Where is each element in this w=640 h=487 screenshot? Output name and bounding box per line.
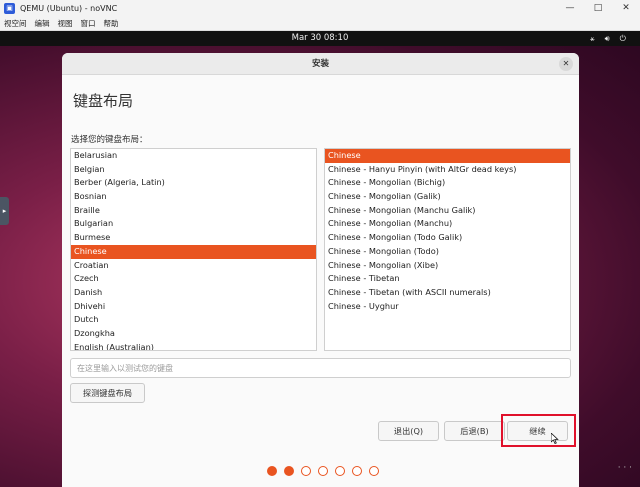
- menu-item[interactable]: 编辑: [35, 18, 50, 29]
- list-item[interactable]: Chinese - Tibetan: [325, 272, 570, 286]
- gnome-topbar: Mar 30 08:10 ⚹ 🔊︎ ⏻: [0, 31, 640, 46]
- power-icon: ⏻: [619, 33, 626, 43]
- list-item[interactable]: Chinese - Uyghur: [325, 300, 570, 314]
- list-item[interactable]: Belarusian: [71, 149, 316, 163]
- variant-list[interactable]: Chinese Chinese - Hanyu Pinyin (with AltG…: [324, 148, 571, 351]
- list-item[interactable]: Belgian: [71, 163, 316, 177]
- network-icon: ⚹: [589, 33, 595, 43]
- dialog-close-icon[interactable]: ✕: [559, 57, 573, 71]
- keyboard-test-input[interactable]: [70, 358, 571, 378]
- list-item[interactable]: Bosnian: [71, 190, 316, 204]
- list-item[interactable]: English (Australian): [71, 341, 316, 350]
- list-item[interactable]: Dhivehi: [71, 300, 316, 314]
- progress-dot: [301, 466, 311, 476]
- progress-dot: [318, 466, 328, 476]
- menu-item[interactable]: 视图: [58, 18, 73, 29]
- progress-dot: [335, 466, 345, 476]
- list-item[interactable]: Bulgarian: [71, 217, 316, 231]
- list-item[interactable]: Berber (Algeria, Latin): [71, 176, 316, 190]
- list-item[interactable]: Chinese: [325, 149, 570, 163]
- language-list[interactable]: Belarusian Belgian Berber (Algeria, Latin)…: [70, 148, 317, 351]
- clock[interactable]: Mar 30 08:10: [0, 31, 640, 46]
- system-tray[interactable]: ⚹ 🔊︎ ⏻: [590, 31, 626, 46]
- list-item[interactable]: Chinese - Mongolian (Todo Galik): [325, 231, 570, 245]
- volume-icon: 🔊︎: [604, 33, 610, 43]
- list-item[interactable]: Braille: [71, 204, 316, 218]
- progress-dots: [267, 466, 379, 476]
- window-title: QEMU (Ubuntu) - noVNC: [20, 4, 118, 13]
- dialog-title: 安装: [311, 59, 329, 69]
- list-item[interactable]: Dzongkha: [71, 327, 316, 341]
- list-item[interactable]: Croatian: [71, 259, 316, 273]
- list-item[interactable]: Chinese - Mongolian (Xibe): [325, 259, 570, 273]
- close-button[interactable]: ✕: [612, 0, 640, 17]
- page-title: 键盘布局: [73, 92, 134, 110]
- list-item[interactable]: Burmese: [71, 231, 316, 245]
- progress-dot: [352, 466, 362, 476]
- quit-button[interactable]: 退出(Q): [378, 421, 439, 441]
- list-item[interactable]: Chinese - Mongolian (Todo): [325, 245, 570, 259]
- list-item[interactable]: Dutch: [71, 313, 316, 327]
- window-titlebar: ▣ QEMU (Ubuntu) - noVNC — □ ✕: [0, 0, 640, 17]
- list-item[interactable]: Chinese - Mongolian (Manchu Galik): [325, 204, 570, 218]
- back-button[interactable]: 后退(B): [444, 421, 505, 441]
- menu-item[interactable]: 窗口: [81, 18, 96, 29]
- novnc-sidebar-handle-icon[interactable]: ▸: [0, 197, 9, 225]
- app-icon: ▣: [4, 3, 15, 14]
- list-item[interactable]: Chinese - Hanyu Pinyin (with AltGr dead …: [325, 163, 570, 177]
- list-item[interactable]: Chinese - Mongolian (Manchu): [325, 217, 570, 231]
- list-item[interactable]: Chinese - Mongolian (Galik): [325, 190, 570, 204]
- installer-dialog: 安装 ✕ 键盘布局 选择您的键盘布局： Belarusian Belgian Ber…: [62, 53, 579, 487]
- window-controls: — □ ✕: [556, 0, 640, 17]
- minimize-button[interactable]: —: [556, 0, 584, 17]
- continue-highlight-box: [501, 414, 576, 447]
- progress-dot: [369, 466, 379, 476]
- list-item[interactable]: Czech: [71, 272, 316, 286]
- progress-dot: [284, 466, 294, 476]
- window-menubar: 视空间 编辑 视图 窗口 帮助: [0, 17, 640, 31]
- list-item[interactable]: Chinese - Mongolian (Bichig): [325, 176, 570, 190]
- watermark-logo: · · ·: [617, 463, 632, 473]
- detect-layout-button[interactable]: 探测键盘布局: [70, 383, 145, 403]
- dialog-header: 安装 ✕: [62, 53, 579, 75]
- desktop: Mar 30 08:10 ⚹ 🔊︎ ⏻ ▸ 安装 ✕ 键盘布局 选择您的键盘布局…: [0, 31, 640, 487]
- list-item[interactable]: Danish: [71, 286, 316, 300]
- maximize-button[interactable]: □: [584, 0, 612, 17]
- layout-prompt: 选择您的键盘布局：: [71, 135, 148, 145]
- menu-item[interactable]: 帮助: [104, 18, 119, 29]
- list-item[interactable]: Chinese: [71, 244, 316, 259]
- menu-item[interactable]: 视空间: [4, 18, 27, 29]
- list-item[interactable]: Chinese - Tibetan (with ASCII numerals): [325, 286, 570, 300]
- mouse-cursor-icon: [551, 433, 559, 444]
- progress-dot: [267, 466, 277, 476]
